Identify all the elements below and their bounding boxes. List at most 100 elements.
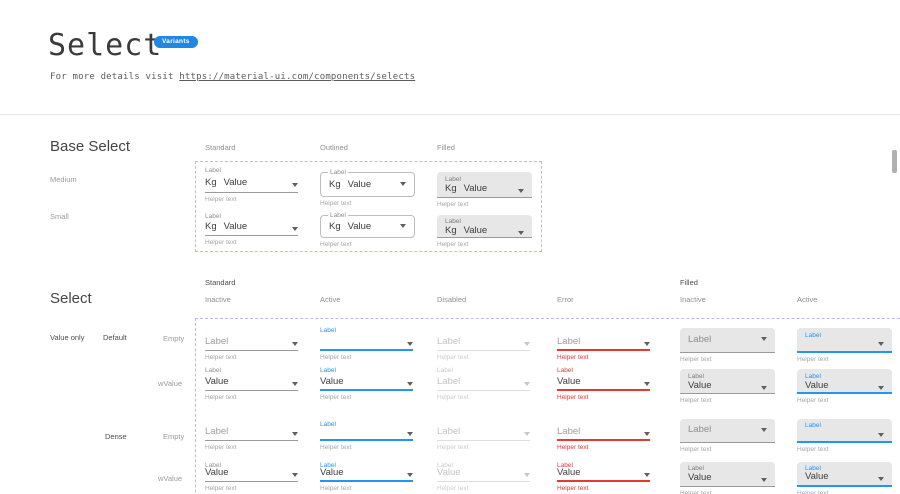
base-col-header-outlined: Outlined — [320, 143, 348, 152]
helper-text: Helper text — [205, 354, 298, 361]
select-value: Label — [437, 377, 460, 387]
select-filled-inactive-value[interactable]: Label Value Helper text — [680, 369, 775, 404]
chevron-down-icon — [407, 473, 413, 477]
row-variant-wvalue-dense: wValue — [158, 474, 182, 483]
base-filled-medium-select[interactable]: Label KgValue Helper text — [437, 172, 532, 208]
base-outlined-medium-select[interactable]: Label KgValue Helper text — [320, 172, 415, 207]
select-standard-disabled-empty: Label Helper text — [437, 326, 530, 361]
select-placeholder: Label — [437, 337, 460, 347]
base-col-header-standard: Standard — [205, 143, 235, 152]
select-label: Label — [328, 212, 348, 219]
chevron-down-icon — [761, 428, 767, 432]
select-label: Label — [328, 169, 348, 176]
base-standard-medium-select[interactable]: Label KgValue Helper text — [205, 166, 298, 203]
select-value: KgValue — [205, 178, 247, 188]
row-category-label: Value only — [50, 333, 84, 342]
select-value: Value — [320, 377, 344, 387]
chevron-down-icon — [292, 432, 298, 436]
select-placeholder: Label — [557, 427, 580, 437]
chevron-down-icon — [878, 433, 884, 437]
select-standard-disabled-value: Label Label Helper text — [437, 366, 530, 401]
chevron-down-icon — [644, 342, 650, 346]
row-variant-empty-dense: Empty — [163, 432, 184, 441]
helper-text: Helper text — [205, 444, 298, 451]
select-standard-inactive-empty-dense[interactable]: Label Helper text — [205, 420, 298, 451]
select-standard-error-value-dense[interactable]: Label Value Helper text — [557, 461, 650, 492]
state-header-filled-active: Active — [797, 295, 817, 304]
chevron-down-icon — [407, 342, 413, 346]
page-title: Select — [48, 28, 162, 63]
helper-text: Helper text — [557, 444, 650, 451]
select-standard-inactive-value[interactable]: Label Value Helper text — [205, 366, 298, 401]
row-variant-wvalue: wValue — [158, 379, 182, 388]
helper-text: Helper text — [797, 446, 892, 453]
chevron-down-icon — [292, 382, 298, 386]
base-filled-small-select[interactable]: Label KgValue Helper text — [437, 215, 532, 248]
select-standard-active-empty-dense[interactable]: Label Helper text — [320, 420, 413, 451]
chevron-down-icon — [407, 432, 413, 436]
select-placeholder: Label — [205, 427, 228, 437]
select-label: Label — [688, 464, 767, 472]
base-outlined-small-select[interactable]: Label KgValue Helper text — [320, 215, 415, 248]
chevron-down-icon — [761, 386, 767, 390]
chevron-down-icon — [292, 342, 298, 346]
select-placeholder: Label — [557, 337, 580, 347]
select-standard-active-value-dense[interactable]: Label Value Helper text — [320, 461, 413, 492]
select-standard-active-empty[interactable]: Label Helper text — [320, 326, 413, 361]
select-standard-active-value[interactable]: Label Value Helper text — [320, 366, 413, 401]
chevron-down-icon — [400, 224, 406, 228]
select-standard-inactive-empty[interactable]: Label Helper text — [205, 326, 298, 361]
select-label: Label — [205, 366, 298, 375]
select-filled-active-empty-dense[interactable]: Label Helper text — [797, 419, 892, 453]
select-label: Label — [320, 366, 413, 375]
helper-text: Helper text — [437, 444, 530, 451]
helper-text: Helper text — [680, 490, 775, 494]
subtitle: For more details visit https://material-… — [50, 72, 415, 82]
chevron-down-icon — [518, 189, 524, 193]
select-filled-inactive-empty[interactable]: Label Helper text — [680, 328, 775, 363]
helper-text: Helper text — [205, 485, 298, 492]
select-value: Value — [205, 377, 229, 387]
select-standard-disabled-value-dense: Label Value Helper text — [437, 461, 530, 492]
chevron-down-icon — [878, 386, 884, 390]
base-standard-small-select[interactable]: Label KgValue Helper text — [205, 212, 298, 246]
chevron-down-icon — [524, 342, 530, 346]
select-filled-active-value-dense[interactable]: Label Value Helper text — [797, 462, 892, 494]
select-filled-inactive-value-dense[interactable]: Label Value Helper text — [680, 462, 775, 494]
details-link[interactable]: https://material-ui.com/components/selec… — [179, 72, 415, 82]
select-label: Label — [805, 331, 884, 340]
row-variant-empty: Empty — [163, 334, 184, 343]
select-value: Value — [437, 468, 461, 478]
select-standard-error-empty[interactable]: Label Helper text — [557, 326, 650, 361]
select-standard-inactive-value-dense[interactable]: Label Value Helper text — [205, 461, 298, 492]
select-standard-error-empty-dense[interactable]: Label Helper text — [557, 420, 650, 451]
select-frame — [195, 318, 900, 494]
chevron-down-icon — [524, 382, 530, 386]
select-standard-error-value[interactable]: Label Value Helper text — [557, 366, 650, 401]
select-label: Label — [557, 366, 650, 375]
select-label: Label — [320, 420, 413, 428]
select-placeholder: Label — [688, 425, 711, 435]
select-label: Label — [437, 366, 530, 375]
select-value: Value — [688, 381, 712, 391]
helper-text: Helper text — [205, 239, 298, 246]
helper-text: Helper text — [437, 485, 530, 492]
state-header-inactive: Inactive — [205, 295, 231, 304]
scrollbar-thumb[interactable] — [892, 150, 897, 173]
select-label: Label — [205, 212, 298, 221]
helper-text: Helper text — [320, 200, 415, 207]
helper-text: Helper text — [437, 354, 530, 361]
select-label: Label — [805, 421, 884, 429]
select-filled-inactive-empty-dense[interactable]: Label Helper text — [680, 419, 775, 453]
select-filled-active-value[interactable]: Label Value Helper text — [797, 369, 892, 404]
select-value: KgValue — [445, 226, 487, 236]
helper-text: Helper text — [797, 397, 892, 404]
chevron-down-icon — [644, 473, 650, 477]
select-placeholder: Label — [205, 337, 228, 347]
select-filled-active-empty[interactable]: Label Helper text — [797, 328, 892, 363]
helper-text: Helper text — [437, 394, 530, 401]
select-placeholder: Label — [688, 335, 711, 345]
chevron-down-icon — [407, 382, 413, 386]
select-value: Value — [805, 472, 829, 482]
base-select-heading: Base Select — [50, 138, 130, 155]
